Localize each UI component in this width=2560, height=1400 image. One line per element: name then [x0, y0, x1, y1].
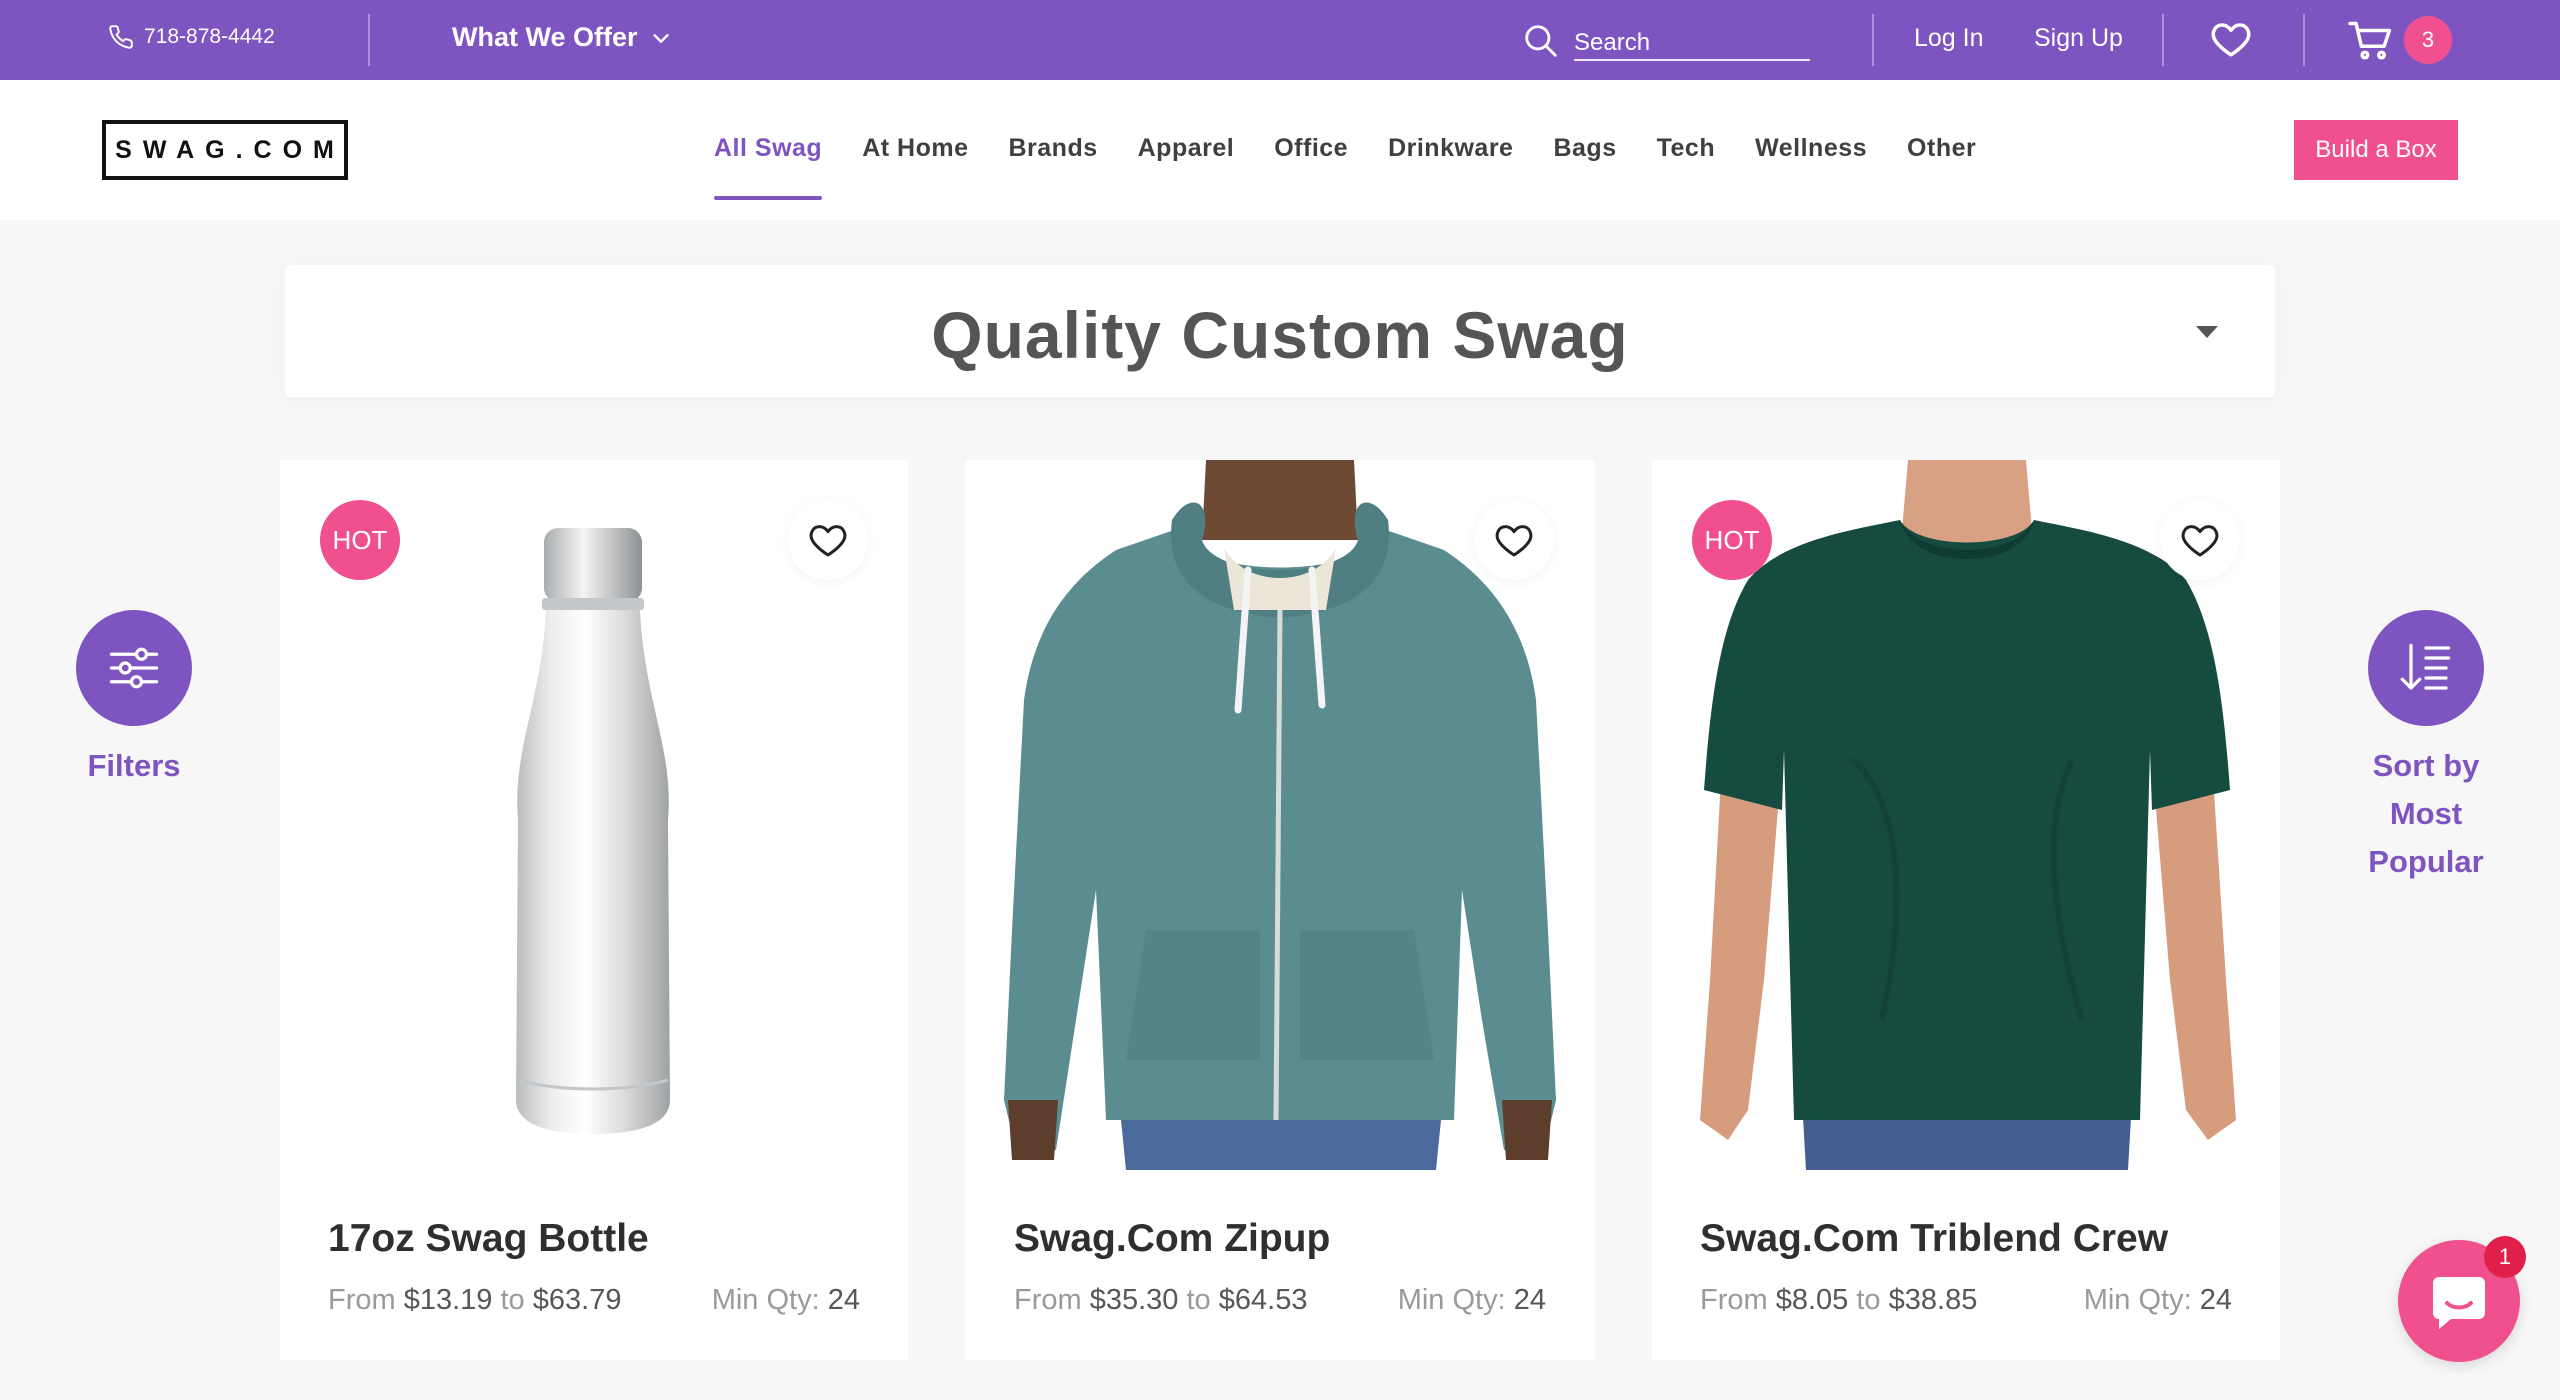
cart-count-badge[interactable]: 3 [2404, 16, 2452, 64]
product-price: From $8.05 to $38.85 [1700, 1284, 1977, 1317]
product-card[interactable]: HOT Swag.Com Triblend Crew From $8.05 to… [1652, 460, 2280, 1360]
nav-all-swag[interactable]: All Swag [714, 134, 823, 200]
sort-label-line: Sort by [2372, 748, 2480, 783]
price-from-label: From [1700, 1284, 1768, 1316]
product-price: From $35.30 to $64.53 [1014, 1284, 1307, 1317]
sort-label-line: Popular [2368, 844, 2484, 879]
sort-button[interactable]: Sort by Most Popular [2346, 610, 2506, 886]
divider [368, 14, 370, 66]
price-to-label: to [500, 1284, 525, 1316]
nav-tech[interactable]: Tech [1657, 134, 1716, 163]
heart-icon [2181, 525, 2219, 557]
price-from-label: From [328, 1284, 396, 1316]
divider [2303, 14, 2305, 66]
search-input[interactable] [1574, 21, 1810, 61]
chat-icon [2433, 1277, 2485, 1329]
nav-bags[interactable]: Bags [1553, 134, 1616, 163]
what-we-offer-label: What We Offer [452, 22, 638, 52]
nav-office[interactable]: Office [1274, 134, 1348, 163]
product-name[interactable]: Swag.Com Zipup [1014, 1217, 1330, 1261]
min-qty-value: 24 [1513, 1284, 1546, 1316]
product-name[interactable]: 17oz Swag Bottle [328, 1217, 649, 1261]
nav-apparel[interactable]: Apparel [1138, 134, 1235, 163]
min-qty-label: Min Qty: [711, 1284, 820, 1316]
price-to: $64.53 [1218, 1284, 1308, 1316]
min-qty: Min Qty: 24 [2084, 1284, 2232, 1317]
page-title: Quality Custom Swag [931, 298, 1629, 372]
sort-label: Sort by Most Popular [2346, 742, 2506, 886]
price-to: $38.85 [1888, 1284, 1978, 1316]
nav-wellness[interactable]: Wellness [1755, 134, 1867, 163]
hot-badge: HOT [320, 500, 400, 580]
filters-label: Filters [87, 748, 181, 783]
heart-icon [1495, 525, 1533, 557]
min-qty-value: 24 [827, 1284, 860, 1316]
chevron-down-icon [652, 33, 669, 43]
phone-icon [109, 25, 133, 49]
min-qty: Min Qty: 24 [712, 1284, 860, 1317]
login-link[interactable]: Log In [1914, 24, 1984, 53]
price-from: $35.30 [1089, 1284, 1179, 1316]
min-qty-label: Min Qty: [2083, 1284, 2192, 1316]
price-to-label: to [1186, 1284, 1211, 1316]
site-logo[interactable]: SWAG.COM [102, 120, 348, 180]
top-bar: 718-878-4442 What We Offer Log In Sign U… [0, 0, 2560, 80]
min-qty-label: Min Qty: [1397, 1284, 1506, 1316]
nav-brands[interactable]: Brands [1008, 134, 1097, 163]
min-qty-value: 24 [2199, 1284, 2232, 1316]
search-box [1522, 18, 1816, 64]
product-name[interactable]: Swag.Com Triblend Crew [1700, 1217, 2168, 1261]
collection-title-dropdown[interactable]: Quality Custom Swag [285, 265, 2275, 397]
product-price: From $13.19 to $63.79 [328, 1284, 621, 1317]
divider [2162, 14, 2164, 66]
nav-at-home[interactable]: At Home [862, 134, 968, 163]
favorite-button[interactable] [788, 500, 868, 580]
sort-label-line: Most [2389, 796, 2463, 831]
price-from: $13.19 [403, 1284, 493, 1316]
min-qty: Min Qty: 24 [1398, 1284, 1546, 1317]
price-to: $63.79 [532, 1284, 622, 1316]
price-from-label: From [1014, 1284, 1082, 1316]
chat-notification-badge: 1 [2484, 1236, 2526, 1278]
hot-badge: HOT [1692, 500, 1772, 580]
main-nav: SWAG.COM All Swag At Home Brands Apparel… [0, 80, 2560, 220]
nav-other[interactable]: Other [1907, 134, 1976, 163]
signup-link[interactable]: Sign Up [2034, 24, 2123, 53]
phone-number: 718-878-4442 [144, 25, 275, 48]
phone-link[interactable]: 718-878-4442 [108, 24, 275, 50]
divider [1872, 14, 1874, 66]
cart-icon[interactable] [2348, 20, 2394, 62]
sort-circle[interactable] [2368, 610, 2484, 726]
product-card[interactable]: Swag.Com Zipup From $35.30 to $64.53 Min… [966, 460, 1594, 1360]
sort-icon [2400, 643, 2451, 690]
price-to-label: to [1856, 1284, 1881, 1316]
price-from: $8.05 [1775, 1284, 1849, 1316]
what-we-offer-menu[interactable]: What We Offer [452, 22, 672, 53]
filter-icon [109, 647, 159, 689]
nav-drinkware[interactable]: Drinkware [1388, 134, 1513, 163]
heart-icon [809, 525, 847, 557]
search-icon[interactable] [1522, 22, 1560, 60]
build-a-box-button[interactable]: Build a Box [2294, 120, 2458, 180]
favorite-button[interactable] [2160, 500, 2240, 580]
heart-icon[interactable] [2209, 18, 2253, 60]
category-nav: All Swag At Home Brands Apparel Office D… [714, 134, 1976, 200]
filters-circle[interactable] [76, 610, 192, 726]
filters-button[interactable]: Filters [74, 610, 194, 790]
favorite-button[interactable] [1474, 500, 1554, 580]
caret-down-icon[interactable] [2196, 326, 2218, 338]
product-card[interactable]: HOT 17oz Swag Bottle From $13.19 to $63.… [280, 460, 908, 1360]
